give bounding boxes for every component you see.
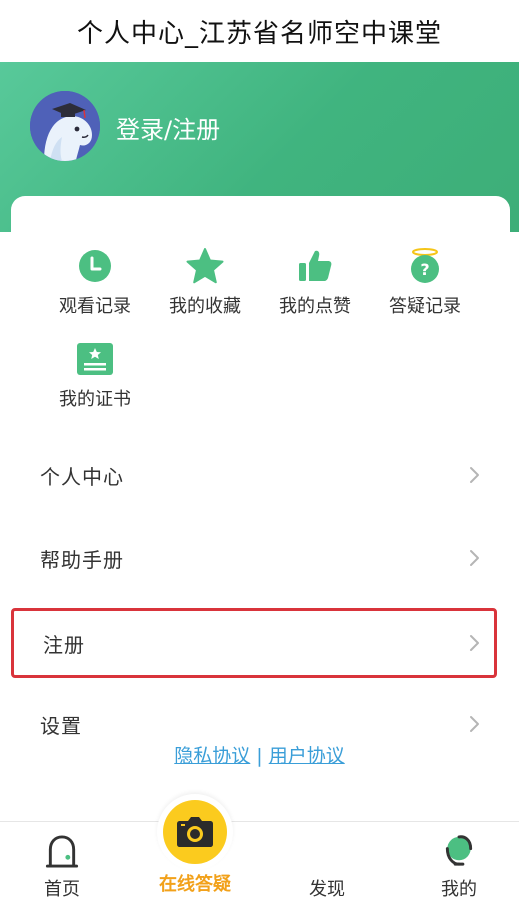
svg-text:?: ? xyxy=(420,260,429,279)
chevron-right-icon xyxy=(470,716,479,732)
camera-icon xyxy=(177,817,213,847)
menu-item-label: 个人中心 xyxy=(40,464,124,489)
link-separator: | xyxy=(256,745,263,767)
watch-history-button[interactable]: 观看记录 xyxy=(40,246,150,318)
chevron-right-icon xyxy=(470,467,479,483)
avatar[interactable] xyxy=(30,91,100,161)
camera-button[interactable] xyxy=(163,800,227,864)
menu-item-label: 帮助手册 xyxy=(40,547,124,572)
quick-action-label: 答疑记录 xyxy=(389,296,461,317)
menu-item-label: 注册 xyxy=(43,632,85,657)
user-agreement-link[interactable]: 用户协议 xyxy=(269,745,345,767)
favorites-button[interactable]: 我的收藏 xyxy=(150,246,260,318)
profile-icon xyxy=(445,835,473,866)
menu-item-help-manual[interactable]: 帮助手册 xyxy=(11,523,497,593)
quick-action-label: 观看记录 xyxy=(59,296,131,317)
dolphin-mascot-icon xyxy=(30,91,100,161)
chevron-right-icon xyxy=(470,550,479,566)
quick-action-label: 我的收藏 xyxy=(169,296,241,317)
tab-home[interactable]: 首页 xyxy=(12,822,112,900)
menu-item-label: 设置 xyxy=(40,713,82,738)
home-icon xyxy=(45,835,79,868)
chevron-right-icon xyxy=(470,635,479,651)
login-register-link[interactable]: 登录/注册 xyxy=(116,110,220,145)
likes-button[interactable]: 我的点赞 xyxy=(260,246,370,318)
footer-links: 隐私协议 | 用户协议 xyxy=(0,741,519,768)
tab-label: 我的 xyxy=(441,879,477,900)
bottom-tab-bar: 首页 在线答疑 发现 我的 xyxy=(0,821,519,900)
star-icon xyxy=(186,248,224,284)
certificates-button[interactable]: 我的证书 xyxy=(40,339,150,411)
tab-label: 发现 xyxy=(309,879,345,900)
quick-action-label: 我的证书 xyxy=(59,389,131,410)
camera-fab[interactable] xyxy=(157,794,233,870)
page-title: 个人中心_江苏省名师空中课堂 xyxy=(0,0,519,62)
quick-action-label: 我的点赞 xyxy=(279,296,351,317)
tab-mine[interactable]: 我的 xyxy=(409,822,509,900)
qa-history-button[interactable]: ? 答疑记录 xyxy=(370,246,480,318)
menu-item-personal-center[interactable]: 个人中心 xyxy=(11,440,497,510)
privacy-policy-link[interactable]: 隐私协议 xyxy=(174,745,250,767)
certificate-icon xyxy=(77,343,113,375)
clock-icon xyxy=(79,250,111,282)
question-badge-icon: ? xyxy=(411,248,439,283)
tab-label: 首页 xyxy=(44,879,80,900)
tab-discover[interactable]: 发现 xyxy=(277,822,377,900)
thumbs-up-icon xyxy=(299,250,332,281)
tab-label: 在线答疑 xyxy=(159,874,231,895)
menu-item-register[interactable]: 注册 xyxy=(11,608,497,678)
